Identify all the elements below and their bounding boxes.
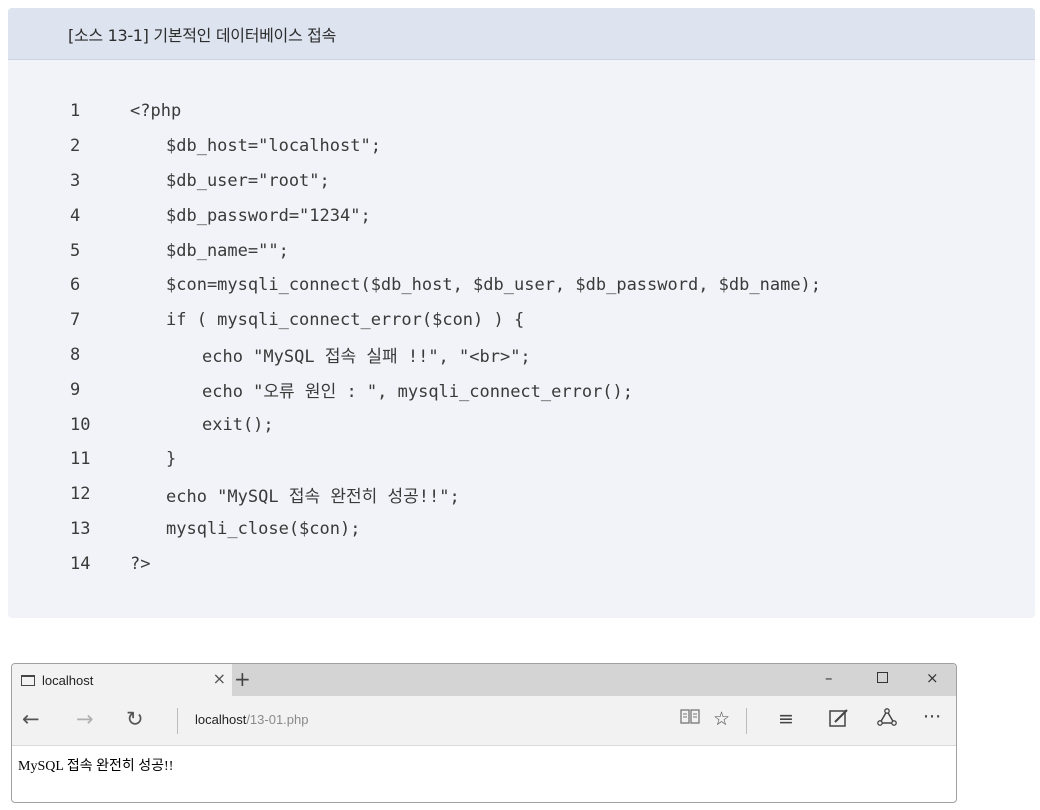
code-text: $db_user="root"; xyxy=(166,170,330,191)
line-number: 6 xyxy=(8,275,130,295)
line-number: 12 xyxy=(8,484,130,504)
line-number-text: 7 xyxy=(70,310,81,331)
navigation-bar: ← → ↻ localhost/13-01.php ☆ ≡ ··· xyxy=(12,696,956,746)
tab-bar: localhost × + – × xyxy=(12,664,956,696)
line-number: 2 xyxy=(8,136,130,156)
line-number-text: 2 xyxy=(70,136,81,157)
code-listing-panel: [소스 13-1] 기본적인 데이터베이스 접속 1 <?php 2 $db_host… xyxy=(8,8,1035,618)
line-number-text: 12 xyxy=(70,484,91,505)
code-line: 4 $db_password="1234"; xyxy=(8,198,1035,233)
code-text: $db_host="localhost"; xyxy=(166,136,381,157)
line-number-text: 9 xyxy=(70,379,81,400)
code-line: 3 $db_user="root"; xyxy=(8,164,1035,199)
code-text: $con=mysqli_connect($db_host, $db_user, … xyxy=(166,275,822,296)
line-number: 3 xyxy=(8,171,130,191)
tab-title: localhost xyxy=(42,672,94,688)
code-block: 1 <?php 2 $db_host="localhost"; 3 $db_user="r… xyxy=(8,94,1035,581)
address-path: /13-01.php xyxy=(246,712,309,727)
code-line: 10 exit(); xyxy=(8,407,1035,442)
line-number-text: 14 xyxy=(70,553,91,574)
address-divider xyxy=(177,708,178,734)
code-line: 13 mysqli_close($con); xyxy=(8,512,1035,547)
address-bar[interactable]: localhost/13-01.php xyxy=(195,712,308,727)
code-text: exit(); xyxy=(202,414,274,435)
refresh-button[interactable]: ↻ xyxy=(126,707,144,731)
code-line: 14 ?> xyxy=(8,546,1035,581)
line-number: 7 xyxy=(8,310,130,330)
more-icon[interactable]: ··· xyxy=(923,706,941,728)
line-number-text: 6 xyxy=(70,275,81,296)
code-text: <?php xyxy=(130,101,182,122)
code-line: 7 if ( mysqli_connect_error($con) ) { xyxy=(8,303,1035,338)
code-text: echo "MySQL 접속 실패 !!", "<br>"; xyxy=(202,347,531,368)
code-line: 9 echo "오류 원인 : ", mysqli_connect_error()… xyxy=(8,372,1035,407)
code-text: } xyxy=(166,449,177,470)
code-text: echo "MySQL 접속 완전히 성공!!"; xyxy=(166,486,460,507)
toolbar-divider xyxy=(746,708,747,734)
code-line: 2 $db_host="localhost"; xyxy=(8,129,1035,164)
line-number: 8 xyxy=(8,345,130,365)
close-window-button[interactable]: × xyxy=(926,669,939,687)
code-line: 12 echo "MySQL 접속 완전히 성공!!"; xyxy=(8,477,1035,512)
code-line: 5 $db_name=""; xyxy=(8,233,1035,268)
code-text: if ( mysqli_connect_error($con) ) { xyxy=(166,310,525,331)
code-text: $db_name=""; xyxy=(166,240,289,261)
web-note-icon[interactable] xyxy=(828,708,850,733)
minimize-button[interactable]: – xyxy=(825,669,833,687)
share-icon[interactable] xyxy=(876,708,898,733)
browser-window: localhost × + – × ← → ↻ localhost/13-01.… xyxy=(11,663,957,803)
back-button[interactable]: ← xyxy=(22,707,40,731)
code-line: 6 $con=mysqli_connect($db_host, $db_user,… xyxy=(8,268,1035,303)
line-number: 14 xyxy=(8,554,130,574)
line-number: 11 xyxy=(8,449,130,469)
line-number: 9 xyxy=(8,380,130,400)
page-output-text: MySQL 접속 완전히 성공!! xyxy=(18,759,174,774)
line-number-text: 10 xyxy=(70,414,91,435)
line-number-text: 8 xyxy=(70,344,81,365)
close-tab-icon[interactable]: × xyxy=(213,669,226,688)
line-number: 1 xyxy=(8,101,130,121)
hub-icon[interactable]: ≡ xyxy=(778,708,794,730)
listing-title: [소스 13-1] 기본적인 데이터베이스 접속 xyxy=(68,25,337,45)
line-number-text: 11 xyxy=(70,449,91,470)
line-number-text: 13 xyxy=(70,518,91,539)
star-icon[interactable]: ☆ xyxy=(713,708,730,730)
line-number: 13 xyxy=(8,519,130,539)
line-number: 4 xyxy=(8,206,130,226)
maximize-button[interactable] xyxy=(877,672,888,683)
code-text: ?> xyxy=(130,553,151,574)
tab-localhost[interactable]: localhost × xyxy=(12,664,232,696)
line-number-text: 4 xyxy=(70,205,81,226)
code-text: echo "오류 원인 : ", mysqli_connect_error(); xyxy=(202,382,634,403)
page-icon xyxy=(21,674,35,686)
code-line: 11} xyxy=(8,442,1035,477)
code-line: 8 echo "MySQL 접속 실패 !!", "<br>"; xyxy=(8,338,1035,373)
line-number-text: 5 xyxy=(70,240,81,261)
code-line: 1 <?php xyxy=(8,94,1035,129)
new-tab-button[interactable]: + xyxy=(234,667,251,691)
page-content: MySQL 접속 완전히 성공!! xyxy=(12,746,956,775)
code-text: mysqli_close($con); xyxy=(166,518,361,539)
book-icon[interactable] xyxy=(680,708,700,731)
line-number: 10 xyxy=(8,415,130,435)
line-number: 5 xyxy=(8,241,130,261)
line-number-text: 3 xyxy=(70,170,81,191)
line-number-text: 1 xyxy=(70,101,81,122)
code-text: $db_password="1234"; xyxy=(166,205,371,226)
address-host: localhost xyxy=(195,712,247,727)
listing-header: [소스 13-1] 기본적인 데이터베이스 접속 xyxy=(8,8,1035,60)
forward-button[interactable]: → xyxy=(76,707,94,731)
